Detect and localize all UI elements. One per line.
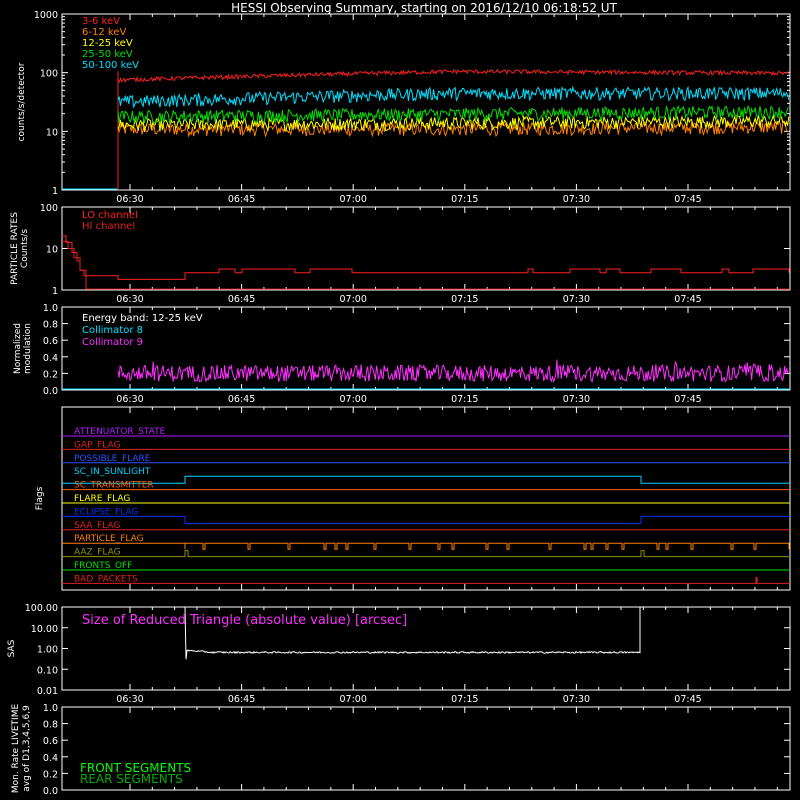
time-tick-label: 07:00 xyxy=(340,194,367,205)
y-tick-label: 1.0 xyxy=(43,303,58,314)
flag-trace-sc_in_sunlight xyxy=(62,475,790,484)
panel-frame-particle xyxy=(61,206,791,291)
y-tick-label: 0.8 xyxy=(43,720,58,731)
y-tick-label: 1 xyxy=(52,186,58,197)
time-tick-label: 07:30 xyxy=(563,694,590,705)
legend-entry: 25-50 keV xyxy=(82,49,133,60)
legend-entry: 6-12 keV xyxy=(82,27,126,38)
legend-entry: Collimator 8 xyxy=(82,325,143,336)
time-tick-label: 07:15 xyxy=(451,294,478,305)
panel-frame-counts xyxy=(61,13,791,191)
y-tick-label: 0.8 xyxy=(43,320,58,331)
time-tick-label: 06:30 xyxy=(116,394,143,405)
flag-trace-bad_packets xyxy=(62,576,790,584)
plot-title: HESSI Observing Summary, starting on 201… xyxy=(231,1,617,15)
legend-title: Energy band: 12-25 keV xyxy=(82,313,203,324)
time-tick-label: 07:30 xyxy=(563,194,590,205)
time-tick-label: 07:45 xyxy=(674,194,701,205)
y-tick-label: 1.00 xyxy=(37,645,58,656)
y-tick-label: 100 xyxy=(40,69,58,80)
time-tick-label: 06:30 xyxy=(116,694,143,705)
legend-entry: REAR SEGMENTS xyxy=(80,772,183,786)
y-tick-label: 10.00 xyxy=(31,624,58,635)
legend-entry: 12-25 keV xyxy=(82,38,133,49)
time-tick-label: 06:30 xyxy=(116,294,143,305)
series-lo-channel xyxy=(61,235,790,280)
time-tick-label: 07:00 xyxy=(340,294,367,305)
y-tick-label: 0.0 xyxy=(43,386,58,397)
legend-entry: HI channel xyxy=(82,221,135,232)
y-tick-label: 0.01 xyxy=(37,686,58,697)
flag-trace-aaz_flag xyxy=(62,550,790,558)
y-tick-label: 0.4 xyxy=(43,753,58,764)
time-tick-label: 07:45 xyxy=(674,294,701,305)
y-tick-label: 0.6 xyxy=(43,736,58,747)
modulation-ylabel-2: modulation xyxy=(23,323,33,374)
time-tick-label: 07:15 xyxy=(451,394,478,405)
flags-ylabel: Flags xyxy=(35,486,45,510)
figure-canvas: HESSI Observing Summary, starting on 201… xyxy=(7,1,791,797)
y-tick-label: 0.2 xyxy=(43,369,58,380)
time-tick-label: 06:45 xyxy=(228,194,255,205)
y-tick-label: 10 xyxy=(46,127,58,138)
counts-ylabel: counts/s/detector xyxy=(17,62,27,141)
y-tick-label: 0.2 xyxy=(43,769,58,780)
time-tick-label: 06:30 xyxy=(116,194,143,205)
time-tick-label: 07:45 xyxy=(674,694,701,705)
series-50-100-kev xyxy=(117,85,790,109)
flag-trace-eclipse_flag xyxy=(62,515,790,524)
y-tick-label: 0.4 xyxy=(43,353,58,364)
legend-entry: Collimator 9 xyxy=(82,337,143,348)
livetime-ylabel-2: avg of D1,3,4,5,6,9 xyxy=(22,705,32,792)
time-tick-label: 07:00 xyxy=(340,394,367,405)
y-tick-label: 1.0 xyxy=(43,703,58,714)
sas-ylabel: SAS xyxy=(7,639,17,657)
particle-ylabel-1: PARTICLE RATES xyxy=(10,212,20,285)
particle-ylabel-2: Counts/s xyxy=(20,229,30,268)
time-tick-label: 06:45 xyxy=(228,394,255,405)
legend-entry: LO channel xyxy=(82,210,138,221)
legend-entry: 3-6 keV xyxy=(82,16,120,27)
legend-entry: Size of Reduced Triangle (absolute value… xyxy=(82,613,407,628)
time-tick-label: 07:15 xyxy=(451,694,478,705)
series-hi-channel xyxy=(62,240,790,290)
y-tick-label: 100 xyxy=(40,203,58,214)
y-tick-label: 1000 xyxy=(34,10,58,21)
hessi-summary-plot: HESSI Observing Summary, starting on 201… xyxy=(0,0,800,800)
time-tick-label: 07:00 xyxy=(340,694,367,705)
time-tick-label: 06:45 xyxy=(228,694,255,705)
legend-entry: 50-100 keV xyxy=(82,60,139,71)
panel-frame-flags xyxy=(61,406,791,591)
series-3-6-kev xyxy=(117,68,790,83)
time-tick-label: 06:45 xyxy=(228,294,255,305)
flag-trace-particle_flag xyxy=(62,542,790,550)
time-tick-label: 07:15 xyxy=(451,194,478,205)
y-tick-label: 0.6 xyxy=(43,336,58,347)
time-tick-label: 07:30 xyxy=(563,394,590,405)
livetime-ylabel-1: Mon. Rate LIVETIME xyxy=(11,704,21,794)
series-collimator-9 xyxy=(117,359,789,384)
y-tick-label: 0.10 xyxy=(37,665,58,676)
y-tick-label: 1 xyxy=(52,286,58,297)
y-tick-label: 10 xyxy=(46,245,58,256)
time-tick-label: 07:30 xyxy=(563,294,590,305)
y-tick-label: 100.00 xyxy=(25,603,58,614)
y-tick-label: 0.0 xyxy=(43,786,58,797)
time-tick-label: 07:45 xyxy=(674,394,701,405)
flag-label: SC_IN_SUNLIGHT xyxy=(74,467,151,477)
modulation-ylabel-1: Normalized xyxy=(13,323,23,374)
